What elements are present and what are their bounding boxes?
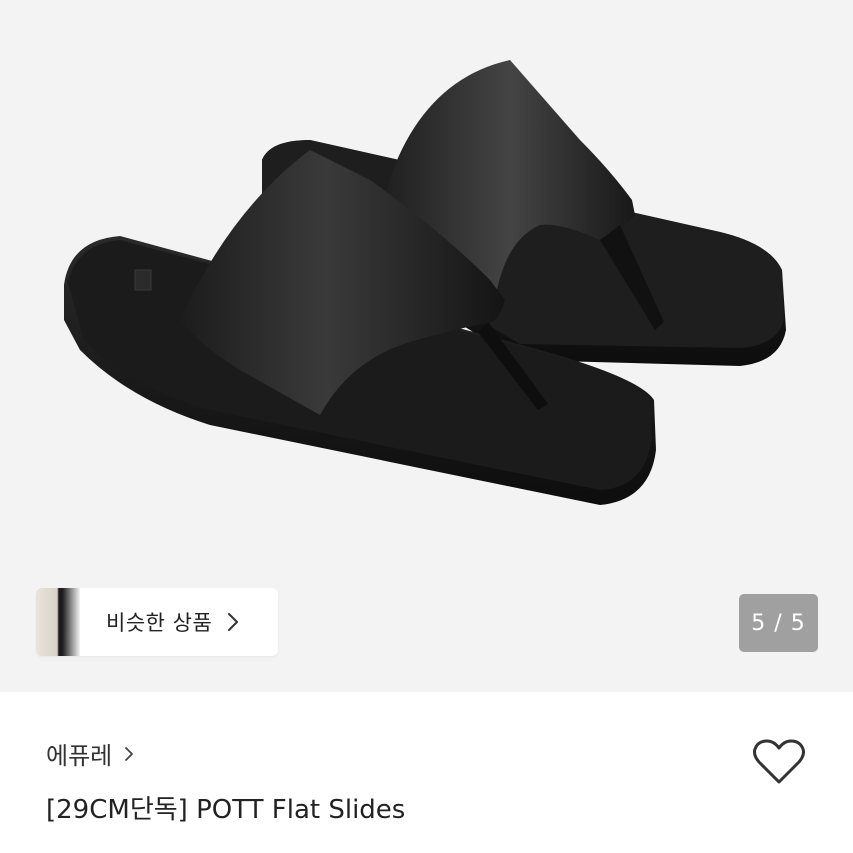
product-title: [29CM단독] POTT Flat Slides — [46, 795, 406, 825]
image-counter-badge: 5 / 5 — [739, 594, 818, 652]
brand-name: 에퓨레 — [46, 742, 113, 770]
similar-product-thumbnail — [36, 588, 80, 656]
product-info-section — [0, 692, 853, 853]
chevron-right-icon — [228, 613, 239, 631]
heart-outline-icon[interactable] — [752, 738, 806, 786]
similar-products-button[interactable]: 비슷한 상품 — [36, 588, 278, 656]
product-image-gallery[interactable]: 비슷한 상품 5 / 5 — [0, 0, 853, 692]
brand-link[interactable]: 에퓨레 — [46, 736, 134, 771]
similar-products-label: 비슷한 상품 — [106, 611, 213, 635]
chevron-right-icon — [125, 746, 134, 761]
